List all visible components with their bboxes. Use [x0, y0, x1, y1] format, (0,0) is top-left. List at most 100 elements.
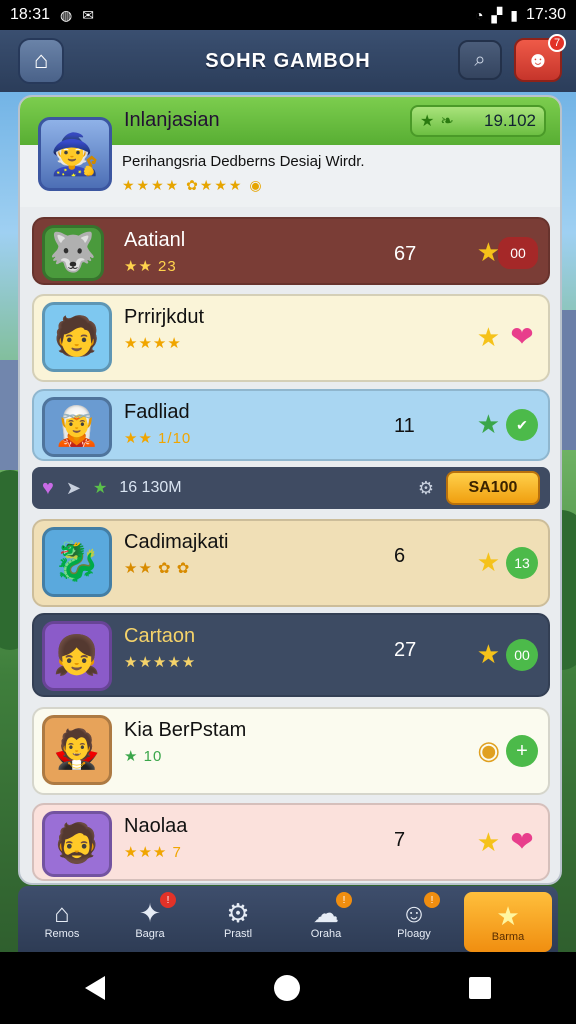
back-icon[interactable] — [84, 976, 105, 1000]
sync-icon: ◍ — [60, 6, 73, 23]
avatar: 🐉 — [42, 527, 112, 597]
star-icon: ★ — [476, 237, 500, 267]
player-name: Cartaon — [124, 625, 196, 647]
system-nav-bar — [0, 952, 576, 1024]
nav-prastl[interactable]: ⚙ Prastl — [194, 886, 282, 952]
player-score: 11 — [394, 415, 415, 437]
status-time-left: 18:31 — [10, 6, 51, 23]
star-icon: ★ — [476, 547, 500, 577]
list-item[interactable]: 🐺 Aatianl ★★ 23 67 ★ 00 — [32, 217, 550, 285]
tool-value: 16 130M — [119, 479, 182, 496]
recents-icon[interactable] — [469, 977, 492, 999]
list-item[interactable]: 🧛 Kia BerPstam ★ 10 ◉ + — [32, 707, 550, 795]
signal-icon: ▞ — [491, 6, 503, 23]
player-stars: ★★★★ — [124, 335, 182, 352]
star-icon: ★ — [420, 113, 435, 130]
hero-score: ★ ❧ 19.102 — [410, 105, 546, 137]
home-circle-icon[interactable] — [273, 975, 300, 1001]
nav-badge: ! — [424, 892, 440, 908]
player-stars: ★ 10 — [124, 748, 163, 765]
nav-remos[interactable]: ⌂ Remos — [18, 886, 106, 952]
page-title: SOHR GAMBOH — [205, 49, 371, 72]
bag-icon: ✦ — [139, 898, 161, 928]
nav-bagra[interactable]: ✦ Bagra ! — [106, 886, 194, 952]
player-name: Cadimajkati — [124, 531, 229, 553]
player-name: Aatianl — [124, 229, 186, 251]
check-button[interactable]: ✔ — [506, 409, 538, 441]
star-icon: ★ — [476, 639, 500, 669]
bottom-nav: ⌂ Remos ✦ Bagra ! ⚙ Prastl ☁ Oraha ! ☺ P… — [18, 886, 558, 952]
leaf-icon: ★ — [92, 480, 108, 497]
player-stars: ★★★★★ — [124, 654, 197, 671]
coin-icon: ◉ — [477, 735, 500, 765]
action-badge[interactable]: 00 — [506, 639, 538, 671]
avatar: 👧 — [42, 621, 112, 691]
avatar: 🐺 — [42, 225, 104, 281]
action-badge[interactable]: 13 — [506, 547, 538, 579]
list-item[interactable]: 🧝 Fadliad ★★ 1/10 11 ★ ✔ — [32, 389, 550, 461]
search-button[interactable]: ⌕ — [458, 40, 502, 80]
star-icon: ★ — [476, 409, 500, 439]
search-icon: ⌕ — [474, 48, 486, 71]
heart-button[interactable]: ❤ — [506, 825, 538, 857]
hero-avatar: 🧙 — [38, 117, 112, 191]
player-stars: ★★★ 7 — [124, 844, 182, 861]
notification-badge: 7 — [548, 34, 566, 52]
sa-button[interactable]: SA100 — [446, 471, 540, 505]
top-bar: ⌂ SOHR GAMBOH ⌕ ☻ 7 — [0, 30, 576, 92]
star-icon: ★ — [476, 827, 500, 857]
player-score: 67 — [394, 243, 417, 265]
avatar: 🧛 — [42, 715, 112, 785]
build-icon: ⚙ — [226, 898, 250, 928]
player-name: Kia BerPstam — [124, 719, 247, 741]
home-icon: ⌂ — [33, 47, 49, 74]
heart-button[interactable]: ❤ — [506, 320, 538, 352]
nav-ploagy[interactable]: ☺ Ploagy ! — [370, 886, 458, 952]
mail-icon: ✉ — [82, 6, 94, 23]
player-name: Naolaa — [124, 815, 188, 837]
star-icon: ★ — [476, 322, 500, 352]
tool-bar: ♥ ➤ ★ 16 130M ⚙ SA100 — [32, 467, 550, 509]
nav-badge: ! — [336, 892, 352, 908]
hero-stars: ★★★★ ✿★★★ ◉ — [122, 177, 264, 193]
status-time-right: 17:30 — [525, 6, 566, 23]
battery-icon: ▮ — [510, 6, 518, 23]
player-stars: ★★ 1/10 — [124, 430, 192, 447]
person-icon: ☺ — [400, 898, 428, 928]
hero-card[interactable]: 🧙 Inlanjasian ★ ❧ 19.102 Perihangsria De… — [20, 97, 560, 207]
list-item[interactable]: 🧑 Prrirjkdut ★★★★ ★ ❤ — [32, 294, 550, 382]
status-bar: 18:31 ◍ ✉ ◔ ▞ ▮ 17:30 — [0, 0, 576, 30]
cloud-icon: ☁ — [313, 898, 339, 928]
player-name: Fadliad — [124, 401, 190, 423]
add-button[interactable]: + — [506, 735, 538, 767]
nav-barma[interactable]: ★ Barma — [464, 892, 552, 952]
profile-icon: ☻ — [526, 47, 550, 72]
list-item[interactable]: 🧔 Naolaa ★★★ 7 7 ★ ❤ — [32, 803, 550, 881]
player-score: 6 — [394, 545, 406, 567]
player-score: 7 — [394, 829, 406, 851]
star-icon: ★ — [496, 901, 520, 931]
leaderboard-panel: 🧙 Inlanjasian ★ ❧ 19.102 Perihangsria De… — [18, 95, 562, 885]
avatar: 🧝 — [42, 397, 112, 457]
house-icon: ⌂ — [54, 898, 70, 928]
avatar: 🧔 — [42, 811, 112, 877]
leaf-icon: ❧ — [440, 113, 454, 130]
action-badge[interactable]: 00 — [498, 237, 538, 269]
home-button[interactable]: ⌂ — [18, 38, 64, 84]
wifi-icon: ◔ — [474, 7, 484, 23]
list-item[interactable]: 🐉 Cadimajkati ★★ ✿ ✿ 6 ★ 13 — [32, 519, 550, 607]
gem-icon[interactable]: ♥ — [42, 477, 54, 500]
player-name: Prrirjkdut — [124, 306, 205, 328]
avatar: 🧑 — [42, 302, 112, 372]
player-stars: ★★ ✿ ✿ — [124, 560, 191, 577]
pin-icon[interactable]: ➤ — [66, 478, 81, 499]
nav-oraha[interactable]: ☁ Oraha ! — [282, 886, 370, 952]
list-item[interactable]: 👧 Cartaon ★★★★★ 27 ★ 00 — [32, 613, 550, 697]
hero-name: Inlanjasian — [124, 109, 220, 131]
player-stars: ★★ 23 — [124, 258, 177, 275]
hero-subtitle: Perihangsria Dedberns Desiaj Wirdr. — [122, 153, 365, 170]
nav-badge: ! — [160, 892, 176, 908]
player-score: 27 — [394, 639, 417, 661]
settings-icon[interactable]: ⚙ — [418, 478, 434, 499]
profile-button[interactable]: ☻ 7 — [514, 34, 566, 82]
